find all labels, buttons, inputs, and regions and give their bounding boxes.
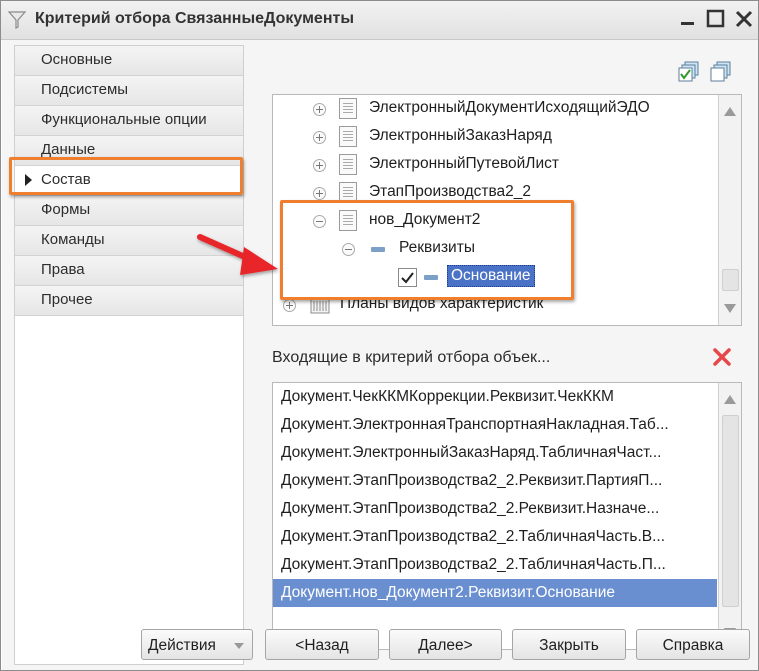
back-button-label: <Назад [295, 637, 349, 654]
check-all-icon[interactable] [677, 60, 701, 84]
sidebar-item-label: Данные [41, 141, 96, 158]
sidebar-item-label: Права [41, 261, 85, 278]
tree-row[interactable]: ЭлектронныйПутевойЛист [273, 151, 713, 179]
dialog-window: Критерий отбора СвязанныеДокументы Основ… [0, 0, 759, 671]
list-item-text: Документ.ЧекККМКоррекции.Реквизит.ЧекККМ [281, 388, 614, 405]
document-icon [339, 126, 357, 147]
uncheck-all-icon[interactable] [709, 60, 733, 84]
expand-icon[interactable] [313, 159, 326, 172]
actions-button[interactable]: Действия [141, 629, 253, 660]
list-item[interactable]: Документ.ЭтапПроизводства2_2.Реквизит.На… [273, 495, 717, 523]
list-item[interactable]: Документ.ЭтапПроизводства2_2.Реквизит.Па… [273, 467, 717, 495]
list-item-text: Документ.ЭтапПроизводства2_2.ТабличнаяЧа… [281, 556, 666, 573]
sidebar-item-label: Подсистемы [41, 81, 129, 98]
maximize-icon[interactable] [704, 7, 728, 31]
list-item-text: Документ.ЭлектроннаяТранспортнаяНакладна… [281, 416, 669, 433]
sidebar-item-forms[interactable]: Формы [15, 196, 243, 226]
scroll-up-icon[interactable] [724, 107, 736, 116]
list-item-text: Документ.ЭтапПроизводства2_2.Реквизит.Па… [281, 472, 663, 489]
included-objects-label: Входящие в критерий отбора объек... [272, 349, 551, 366]
tree-row-label: ЭлектронныйДокументИсходящийЭДО [369, 99, 650, 116]
list-item[interactable]: Документ.ЭтапПроизводства2_2.ТабличнаяЧа… [273, 551, 717, 579]
highlight-tree-selection [280, 200, 574, 300]
filter-icon [7, 11, 27, 29]
dropdown-arrow-icon [234, 643, 244, 649]
sidebar-item-functional-options[interactable]: Функциональные опции [15, 106, 243, 136]
highlight-composition [9, 157, 243, 195]
minimize-icon[interactable] [676, 7, 700, 31]
sidebar-item-label: Команды [41, 231, 105, 248]
help-button-label: Справка [662, 637, 724, 654]
sidebar-item-label: Формы [41, 201, 91, 218]
sidebar-item-label: Основные [41, 51, 113, 68]
expand-icon[interactable] [313, 103, 326, 116]
tree-row-label: ЭтапПроизводства2_2 [369, 183, 532, 200]
scroll-up-icon[interactable] [724, 395, 736, 404]
list-item-text: Документ.ЭтапПроизводства2_2.ТабличнаяЧа… [281, 528, 666, 545]
actions-button-label: Действия [148, 637, 216, 654]
list-item-text: Документ.нов_Документ2.Реквизит.Основани… [281, 584, 615, 601]
dialog-content: Основные Подсистемы Функциональные опции… [2, 40, 758, 670]
close-button[interactable]: Закрыть [512, 629, 626, 660]
list-scrollbar[interactable] [718, 383, 741, 649]
delete-icon[interactable] [711, 346, 733, 368]
expand-icon[interactable] [313, 187, 326, 200]
scroll-thumb[interactable] [722, 415, 739, 607]
list-item[interactable]: Документ.ЧекККМКоррекции.Реквизит.ЧекККМ [273, 383, 717, 411]
next-button[interactable]: Далее> [389, 629, 502, 660]
tree-row[interactable]: ЭлектронныйДокументИсходящийЭДО [273, 95, 713, 123]
scroll-down-icon[interactable] [724, 304, 736, 313]
document-icon [339, 154, 357, 175]
help-button[interactable]: Справка [636, 629, 750, 660]
sidebar-item-label: Прочее [41, 291, 93, 308]
expand-icon[interactable] [313, 131, 326, 144]
expand-icon[interactable] [283, 299, 296, 312]
sidebar: Основные Подсистемы Функциональные опции… [14, 45, 244, 665]
next-button-label: Далее> [418, 637, 473, 654]
close-icon[interactable] [732, 7, 756, 31]
list-item-text: Документ.ЭтапПроизводства2_2.Реквизит.На… [281, 500, 660, 517]
title-bar[interactable]: Критерий отбора СвязанныеДокументы [1, 1, 758, 40]
list-item[interactable]: Документ.нов_Документ2.Реквизит.Основани… [273, 579, 717, 607]
sidebar-item-label: Функциональные опции [41, 111, 207, 128]
back-button[interactable]: <Назад [265, 629, 379, 660]
list-item[interactable]: Документ.ЭлектронныйЗаказНаряд.Табличная… [273, 439, 717, 467]
tree-row-label: ЭлектронныйЗаказНаряд [369, 127, 552, 144]
list-item-text: Документ.ЭлектронныйЗаказНаряд.Табличная… [281, 444, 662, 461]
close-button-label: Закрыть [539, 637, 599, 654]
sidebar-item-other[interactable]: Прочее [15, 286, 243, 316]
pointer-arrow-icon [197, 234, 278, 275]
sidebar-item-subsystems[interactable]: Подсистемы [15, 76, 243, 106]
tree-scrollbar[interactable] [718, 95, 741, 325]
window-title: Критерий отбора СвязанныеДокументы [35, 10, 354, 27]
sidebar-item-main[interactable]: Основные [15, 46, 243, 76]
included-objects-list[interactable]: Документ.ЧекККМКоррекции.Реквизит.ЧекККМ… [272, 382, 742, 650]
scroll-thumb[interactable] [722, 269, 739, 291]
tree-row[interactable]: ЭлектронныйЗаказНаряд [273, 123, 713, 151]
list-item[interactable]: Документ.ЭлектроннаяТранспортнаяНакладна… [273, 411, 717, 439]
list-item[interactable]: Документ.ЭтапПроизводства2_2.ТабличнаяЧа… [273, 523, 717, 551]
tree-row-label: ЭлектронныйПутевойЛист [369, 155, 559, 172]
document-icon [339, 98, 357, 119]
